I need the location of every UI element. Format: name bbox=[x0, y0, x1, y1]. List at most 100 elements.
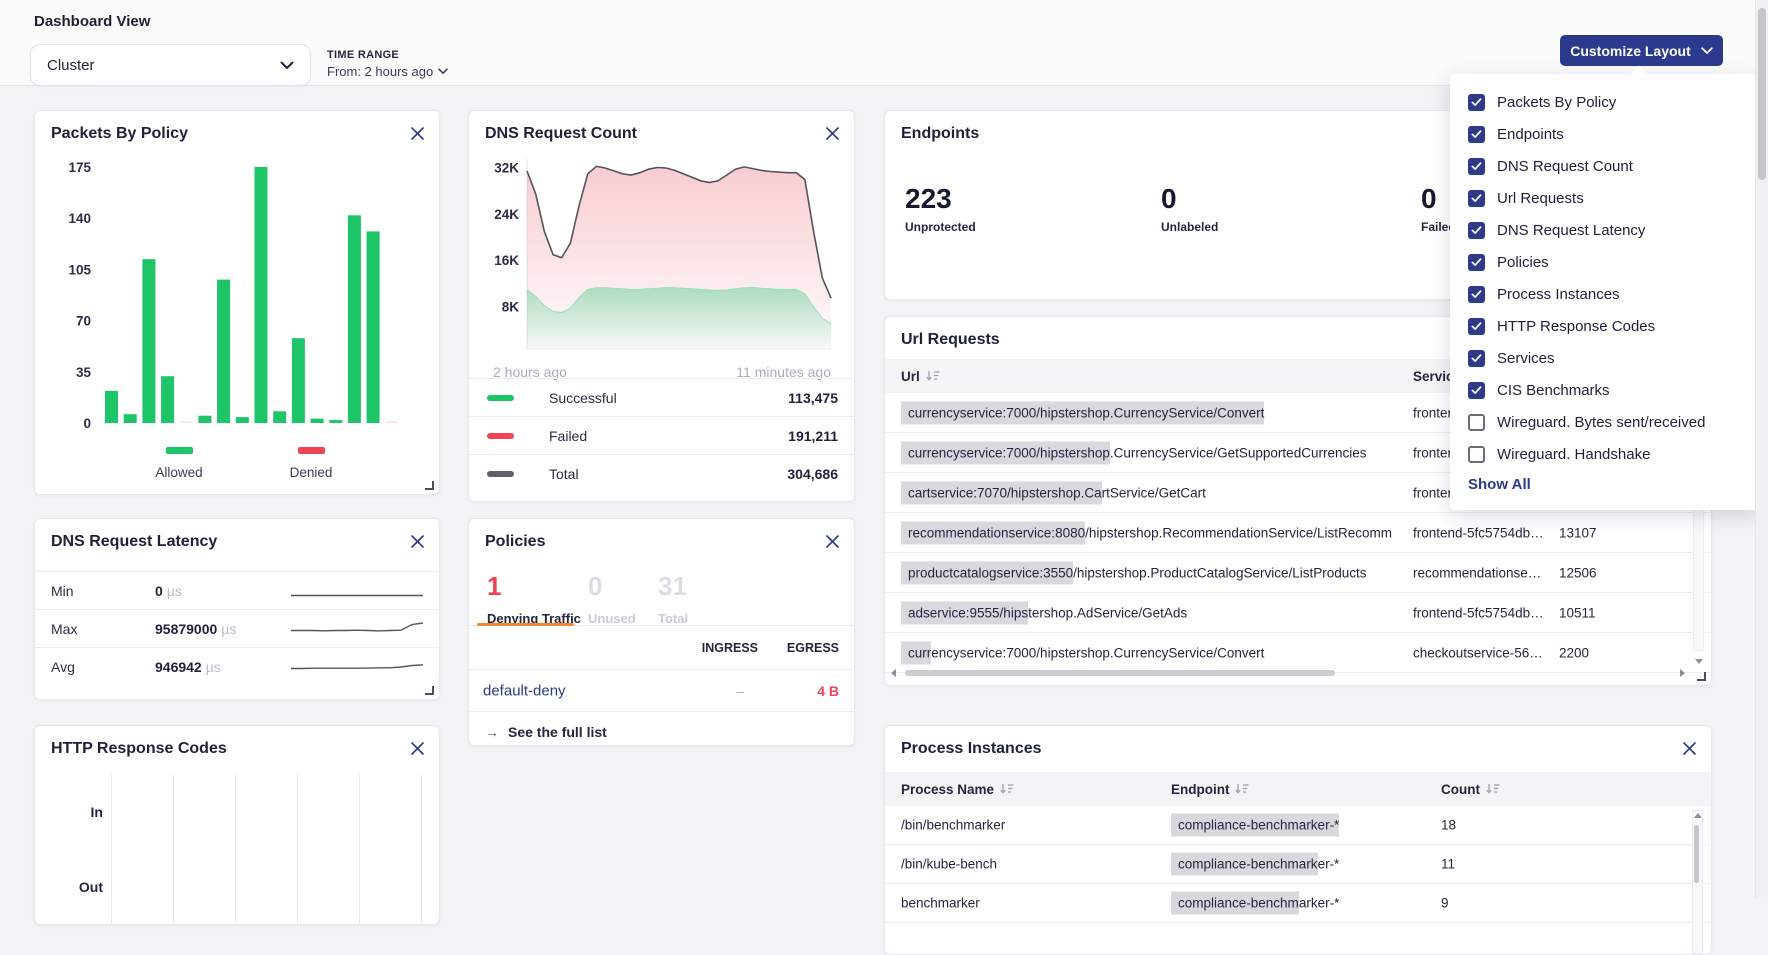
close-icon[interactable] bbox=[1682, 741, 1697, 756]
panel-item-label: CIS Benchmarks bbox=[1497, 382, 1610, 399]
service-cell: frontend-5fc5754db… bbox=[1413, 605, 1544, 620]
process-table-vertical-scrollbar[interactable] bbox=[1692, 810, 1703, 954]
policy-stat[interactable]: 1Denying Traffic bbox=[487, 573, 588, 626]
legend-swatch bbox=[487, 433, 514, 439]
checkbox-checked-icon[interactable] bbox=[1468, 254, 1485, 271]
resize-handle[interactable] bbox=[1697, 672, 1706, 681]
see-full-list-label: See the full list bbox=[508, 724, 607, 740]
svg-text:Denied: Denied bbox=[290, 465, 333, 480]
checkbox-checked-icon[interactable] bbox=[1468, 190, 1485, 207]
url-table-horizontal-scrollbar[interactable] bbox=[891, 668, 1685, 678]
policy-ingress-value: – bbox=[736, 683, 744, 699]
url-cell: adservice:9555/hipstershop.AdService/Get… bbox=[901, 605, 1194, 620]
scroll-right-arrow-icon[interactable] bbox=[1680, 669, 1685, 677]
count-cell: 18 bbox=[1441, 818, 1456, 833]
service-cell: recommendationse… bbox=[1413, 565, 1541, 580]
panel-checkbox-item[interactable]: Url Requests bbox=[1450, 182, 1757, 214]
url-column-header[interactable]: Url bbox=[901, 359, 940, 393]
latency-metric-name: Max bbox=[51, 621, 77, 637]
table-row[interactable]: recommendationservice:8080/hipstershop.R… bbox=[885, 513, 1711, 553]
process-table-body: /bin/benchmarkercompliance-benchmarker-*… bbox=[885, 806, 1711, 923]
process-name-column-header[interactable]: Process Name bbox=[901, 772, 1014, 806]
checkbox-unchecked-icon[interactable] bbox=[1468, 446, 1485, 463]
svg-text:140: 140 bbox=[68, 211, 91, 226]
checkbox-unchecked-icon[interactable] bbox=[1468, 414, 1485, 431]
table-row[interactable]: productcatalogservice:3550/hipstershop.P… bbox=[885, 553, 1711, 593]
close-icon[interactable] bbox=[410, 741, 425, 756]
legend-label: Failed bbox=[549, 428, 587, 444]
policy-name-link[interactable]: default-deny bbox=[483, 682, 566, 699]
count-cell: 10511 bbox=[1559, 605, 1596, 620]
scrollbar-thumb[interactable] bbox=[905, 670, 1335, 676]
policy-row[interactable]: default-deny – 4 B bbox=[469, 669, 854, 712]
card-packets-by-policy: Packets By Policy 03570105140175AllowedD… bbox=[34, 110, 440, 495]
legend-swatch bbox=[487, 471, 514, 477]
resize-handle[interactable] bbox=[425, 686, 434, 695]
panel-checkbox-item[interactable]: DNS Request Count bbox=[1450, 150, 1757, 182]
checkbox-checked-icon[interactable] bbox=[1468, 222, 1485, 239]
panel-checkbox-item[interactable]: Wireguard. Bytes sent/received bbox=[1450, 406, 1757, 438]
scrollbar-thumb[interactable] bbox=[1694, 825, 1699, 883]
scroll-down-arrow-icon[interactable] bbox=[1695, 659, 1703, 664]
panel-checkbox-item[interactable]: Packets By Policy bbox=[1450, 86, 1757, 118]
page-scrollbar[interactable] bbox=[1755, 0, 1768, 898]
sort-icon bbox=[1486, 783, 1500, 795]
table-row[interactable]: adservice:9555/hipstershop.AdService/Get… bbox=[885, 593, 1711, 633]
close-icon[interactable] bbox=[410, 534, 425, 549]
page-scrollbar-thumb[interactable] bbox=[1758, 8, 1766, 180]
gridline bbox=[235, 774, 236, 924]
column-label: Count bbox=[1441, 782, 1480, 797]
table-row[interactable]: benchmarkercompliance-benchmarker-*9 bbox=[885, 884, 1711, 923]
resize-handle[interactable] bbox=[425, 481, 434, 490]
active-tab-indicator bbox=[477, 623, 574, 626]
table-row[interactable]: /bin/benchmarkercompliance-benchmarker-*… bbox=[885, 806, 1711, 845]
close-icon[interactable] bbox=[410, 126, 425, 141]
close-icon[interactable] bbox=[825, 126, 840, 141]
latency-value: 0µs bbox=[155, 583, 182, 599]
url-cell: productcatalogservice:3550/hipstershop.P… bbox=[901, 565, 1374, 580]
legend-row: Failed191,211 bbox=[469, 416, 854, 454]
view-select-value: Cluster bbox=[47, 57, 95, 74]
panel-item-label: DNS Request Latency bbox=[1497, 222, 1645, 239]
panel-checkbox-item[interactable]: Process Instances bbox=[1450, 278, 1757, 310]
checkbox-checked-icon[interactable] bbox=[1468, 286, 1485, 303]
latency-sparkline bbox=[291, 618, 423, 645]
panel-checkbox-item[interactable]: Services bbox=[1450, 342, 1757, 374]
url-highlight: currencyservice:7000/hipstershop.Currenc… bbox=[901, 401, 1264, 424]
scroll-up-arrow-icon[interactable] bbox=[1694, 813, 1702, 818]
card-policies: Policies 1Denying Traffic0Unused31Total … bbox=[468, 518, 855, 746]
checkbox-checked-icon[interactable] bbox=[1468, 158, 1485, 175]
count-column-header[interactable]: Count bbox=[1441, 772, 1500, 806]
view-select[interactable]: Cluster bbox=[30, 44, 311, 86]
policy-stat[interactable]: 0Unused bbox=[588, 573, 658, 626]
show-all-link[interactable]: Show All bbox=[1468, 476, 1531, 493]
see-full-list-link[interactable]: → See the full list bbox=[485, 724, 607, 740]
card-title: Packets By Policy bbox=[51, 125, 188, 143]
url-cell: currencyservice:7000/hipstershop.Currenc… bbox=[901, 445, 1373, 460]
endpoint-column-header[interactable]: Endpoint bbox=[1171, 772, 1249, 806]
checkbox-checked-icon[interactable] bbox=[1468, 126, 1485, 143]
legend-value: 113,475 bbox=[788, 390, 838, 406]
panel-checkbox-item[interactable]: CIS Benchmarks bbox=[1450, 374, 1757, 406]
policy-stat[interactable]: 31Total bbox=[658, 573, 728, 626]
close-icon[interactable] bbox=[825, 534, 840, 549]
legend-row: Total304,686 bbox=[469, 454, 854, 492]
time-range-value[interactable]: From: 2 hours ago bbox=[327, 64, 448, 79]
customize-layout-button[interactable]: Customize Layout bbox=[1560, 35, 1723, 66]
panel-checkbox-item[interactable]: Wireguard. Handshake bbox=[1450, 438, 1757, 470]
table-row[interactable]: currencyservice:7000/hipstershop.Currenc… bbox=[885, 633, 1711, 673]
scroll-left-arrow-icon[interactable] bbox=[891, 669, 896, 677]
chevron-down-icon bbox=[280, 57, 294, 74]
panel-checkbox-item[interactable]: DNS Request Latency bbox=[1450, 214, 1757, 246]
checkbox-checked-icon[interactable] bbox=[1468, 94, 1485, 111]
url-highlight: cartservice:7070/hipstershop.Ca bbox=[901, 481, 1102, 504]
checkbox-checked-icon[interactable] bbox=[1468, 318, 1485, 335]
table-row[interactable]: /bin/kube-benchcompliance-benchmarker-*1… bbox=[885, 845, 1711, 884]
panel-checkbox-item[interactable]: Endpoints bbox=[1450, 118, 1757, 150]
panel-checkbox-item[interactable]: HTTP Response Codes bbox=[1450, 310, 1757, 342]
panel-checkbox-item[interactable]: Policies bbox=[1450, 246, 1757, 278]
customize-layout-label: Customize Layout bbox=[1570, 43, 1691, 59]
checkbox-checked-icon[interactable] bbox=[1468, 350, 1485, 367]
url-cell: recommendationservice:8080/hipstershop.R… bbox=[901, 525, 1399, 540]
checkbox-checked-icon[interactable] bbox=[1468, 382, 1485, 399]
